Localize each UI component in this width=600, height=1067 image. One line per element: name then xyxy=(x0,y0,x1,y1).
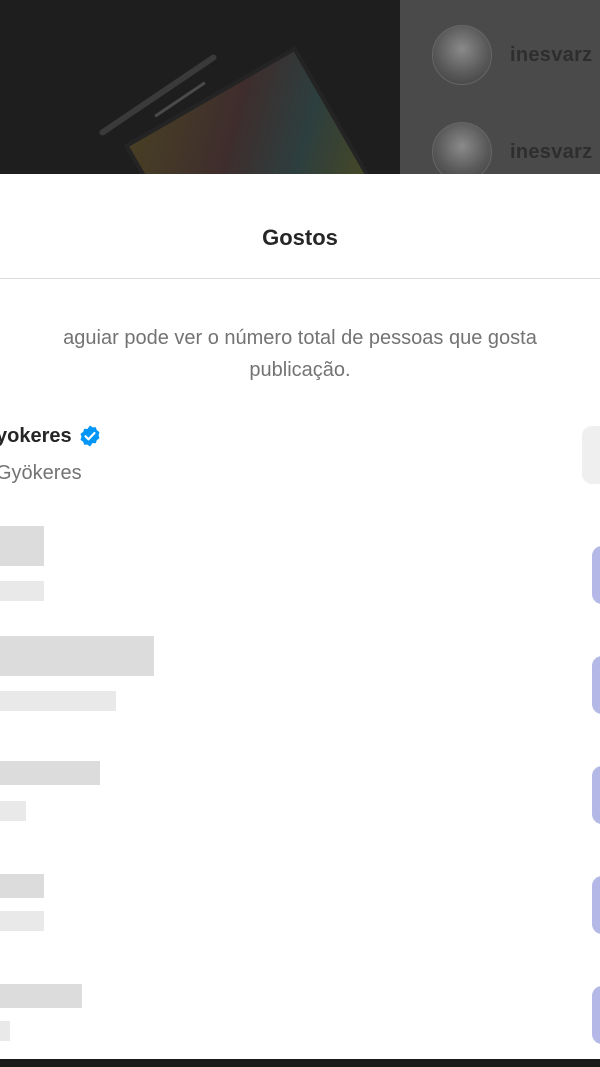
comment-item[interactable]: inesvarz xyxy=(432,25,592,85)
overlay-bottom-strip xyxy=(0,1059,600,1067)
follow-button[interactable] xyxy=(592,546,600,604)
blurred-username xyxy=(0,984,82,1008)
follow-button[interactable] xyxy=(592,766,600,824)
comment-item[interactable]: inesvarz xyxy=(432,122,592,182)
follow-button[interactable] xyxy=(592,986,600,1044)
likes-notice-line-2: publicação. xyxy=(249,359,351,381)
follow-button[interactable] xyxy=(582,426,600,484)
comment-username[interactable]: inesvarz xyxy=(510,44,592,67)
blurred-subtitle xyxy=(0,801,26,821)
comment-username[interactable]: inesvarz xyxy=(510,141,592,164)
blurred-username xyxy=(0,526,44,566)
like-full-name: Gyökeres xyxy=(0,462,82,484)
modal-title: Gostos xyxy=(262,225,338,250)
blurred-subtitle xyxy=(0,691,116,711)
verified-badge-icon xyxy=(78,424,102,448)
avatar[interactable] xyxy=(432,25,492,85)
modal-header: Gostos xyxy=(0,174,600,279)
blurred-username xyxy=(0,636,154,676)
like-username[interactable]: yokeres xyxy=(0,425,72,448)
blurred-subtitle xyxy=(0,1021,10,1041)
blurred-subtitle xyxy=(0,911,44,931)
avatar[interactable] xyxy=(432,122,492,182)
likes-notice: aguiar pode ver o número total de pessoa… xyxy=(0,322,600,386)
blurred-username xyxy=(0,761,100,785)
follow-button[interactable] xyxy=(592,656,600,714)
likes-modal: Gostos aguiar pode ver o número total de… xyxy=(0,174,600,1059)
like-user-name-wrap[interactable]: yokeres xyxy=(0,424,102,448)
blurred-subtitle xyxy=(0,581,44,601)
blurred-username xyxy=(0,874,44,898)
follow-button[interactable] xyxy=(592,876,600,934)
likes-notice-line-1: aguiar pode ver o número total de pessoa… xyxy=(63,327,537,349)
